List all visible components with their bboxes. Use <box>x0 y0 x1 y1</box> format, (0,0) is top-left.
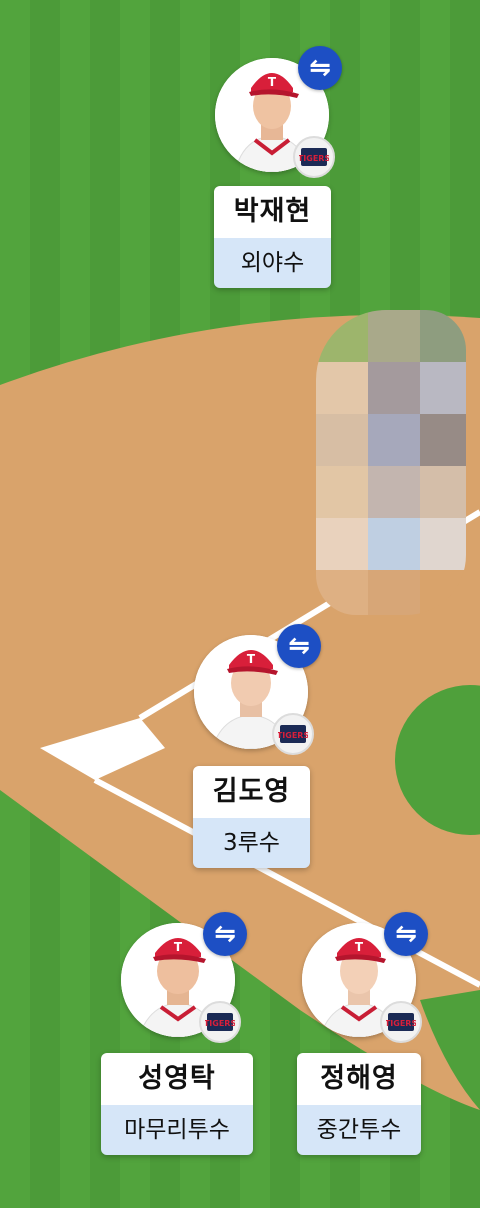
svg-text:TIGERS: TIGERS <box>205 1019 235 1028</box>
swap-button[interactable]: ⇋ <box>203 912 247 956</box>
player-card[interactable]: T ⇋ TIGERS 박재현 외야수 <box>193 46 353 295</box>
svg-text:T: T <box>247 652 256 666</box>
team-logo-icon: TIGERS <box>380 1001 422 1043</box>
swap-button[interactable]: ⇋ <box>298 46 342 90</box>
svg-text:TIGERS: TIGERS <box>299 154 329 163</box>
player-info: 박재현 외야수 <box>214 186 331 288</box>
swap-button[interactable]: ⇋ <box>384 912 428 956</box>
swap-icon: ⇋ <box>309 53 331 83</box>
tigers-logo: TIGERS <box>278 725 308 743</box>
player-card[interactable]: T ⇋ TIGERS 정해영 중간투수 <box>282 912 442 1165</box>
svg-text:T: T <box>268 75 277 89</box>
player-position: 3루수 <box>193 818 310 868</box>
player-info: 정해영 중간투수 <box>297 1053 421 1155</box>
tigers-logo: TIGERS <box>205 1013 235 1031</box>
swap-icon: ⇋ <box>214 919 236 949</box>
swap-icon: ⇋ <box>395 919 417 949</box>
player-card[interactable]: T ⇋ TIGERS 성영탁 마무리투수 <box>100 912 260 1165</box>
player-name: 성영탁 <box>101 1053 253 1105</box>
team-logo-icon: TIGERS <box>293 136 335 178</box>
team-logo-icon: TIGERS <box>272 713 314 755</box>
svg-text:TIGERS: TIGERS <box>278 731 308 740</box>
player-name: 박재현 <box>214 186 331 238</box>
tigers-logo: TIGERS <box>299 148 329 166</box>
player-position: 중간투수 <box>297 1105 421 1155</box>
player-card[interactable]: T ⇋ TIGERS 김도영 3루수 <box>172 624 332 873</box>
swap-button[interactable]: ⇋ <box>277 624 321 668</box>
player-info: 성영탁 마무리투수 <box>101 1053 253 1155</box>
svg-text:TIGERS: TIGERS <box>386 1019 416 1028</box>
svg-text:T: T <box>355 940 364 954</box>
player-info: 김도영 3루수 <box>193 766 310 868</box>
blurred-overlay <box>316 310 466 615</box>
player-position: 외야수 <box>214 238 331 288</box>
tigers-logo: TIGERS <box>386 1013 416 1031</box>
team-logo-icon: TIGERS <box>199 1001 241 1043</box>
player-position: 마무리투수 <box>101 1105 253 1155</box>
svg-text:T: T <box>174 940 183 954</box>
swap-icon: ⇋ <box>288 631 310 661</box>
player-name: 김도영 <box>193 766 310 818</box>
player-name: 정해영 <box>297 1053 421 1105</box>
